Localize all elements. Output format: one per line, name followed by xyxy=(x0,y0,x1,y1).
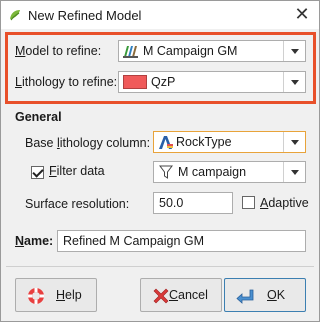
adaptive-checkbox[interactable] xyxy=(242,196,255,209)
ok-button-label: OK xyxy=(267,288,286,302)
ok-button[interactable]: OK xyxy=(224,278,306,312)
lithology-column-icon xyxy=(159,136,173,149)
lithology-to-refine-combo[interactable]: QzP xyxy=(118,71,306,93)
chevron-down-icon[interactable] xyxy=(283,72,305,92)
dialog-window: New Refined Model ✕ Model to refine: M C… xyxy=(0,0,320,322)
base-lithology-combo[interactable]: RockType xyxy=(153,131,306,153)
red-x-icon xyxy=(153,288,169,304)
help-button-label: Help xyxy=(56,288,82,302)
name-input[interactable]: Refined M Campaign GM xyxy=(57,230,306,252)
cancel-button[interactable]: Cancel xyxy=(140,278,222,312)
surface-resolution-value: 50.0 xyxy=(159,196,184,210)
chevron-down-icon[interactable] xyxy=(283,41,305,61)
dialog-title: New Refined Model xyxy=(28,8,142,23)
enter-arrow-icon xyxy=(236,289,254,304)
lifebuoy-icon xyxy=(28,288,44,304)
base-lithology-label: Base lithology column: xyxy=(25,136,151,150)
chevron-down-icon[interactable] xyxy=(283,132,305,152)
surface-resolution-label: Surface resolution: xyxy=(25,197,130,211)
model-to-refine-combo[interactable]: M Campaign GM xyxy=(118,40,306,62)
filter-combo[interactable]: M campaign xyxy=(153,161,306,183)
lithology-color-swatch xyxy=(123,75,147,89)
geological-model-icon xyxy=(123,46,138,58)
model-to-refine-label: Model to refine: xyxy=(15,44,102,58)
chevron-down-icon[interactable] xyxy=(283,162,305,182)
title-bar: New Refined Model ✕ xyxy=(1,1,319,29)
close-icon[interactable]: ✕ xyxy=(293,5,311,23)
name-label: Name: xyxy=(15,234,54,248)
help-button[interactable]: Help xyxy=(15,278,97,312)
cancel-button-label: Cancel xyxy=(169,288,208,302)
surface-resolution-input[interactable]: 50.0 xyxy=(153,192,233,214)
adaptive-label: Adaptive xyxy=(260,196,309,210)
filter-value: M campaign xyxy=(178,165,247,179)
general-section-title: General xyxy=(15,110,62,124)
name-value: Refined M Campaign GM xyxy=(63,234,205,248)
lithology-to-refine-value: QzP xyxy=(151,75,176,89)
base-lithology-value: RockType xyxy=(176,135,232,149)
app-icon xyxy=(10,10,20,21)
model-to-refine-value: M Campaign GM xyxy=(143,44,238,58)
filter-data-checkbox[interactable] xyxy=(31,166,44,179)
lithology-to-refine-label: Lithology to refine: xyxy=(15,75,118,89)
filter-icon xyxy=(159,165,173,179)
divider xyxy=(6,266,314,267)
filter-data-label: Filter data xyxy=(49,164,105,178)
